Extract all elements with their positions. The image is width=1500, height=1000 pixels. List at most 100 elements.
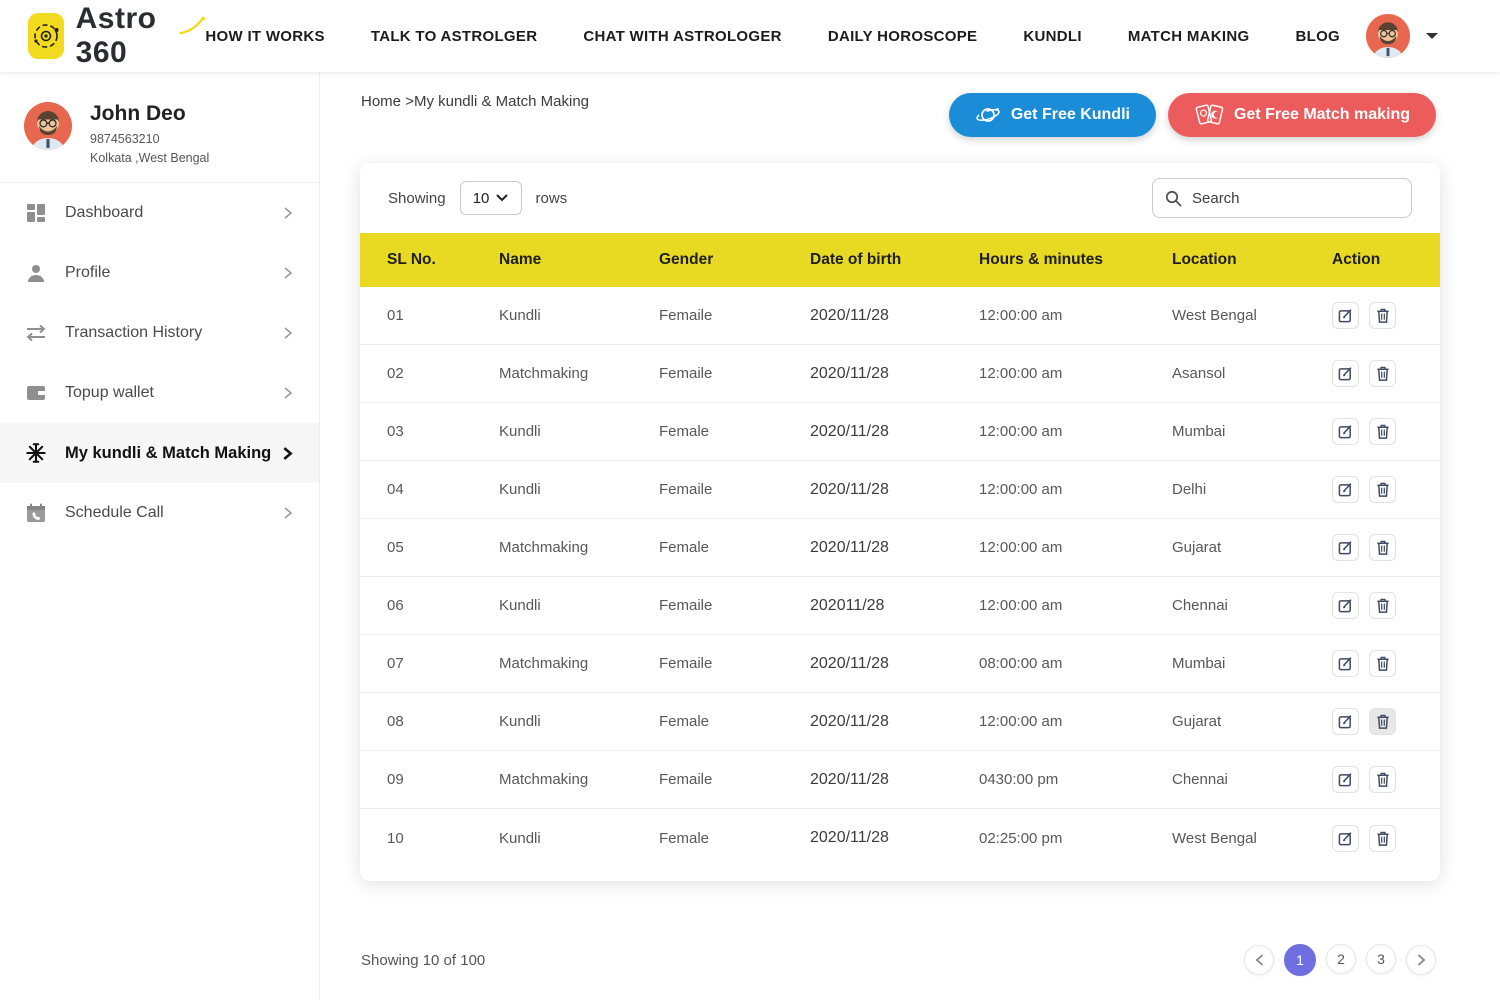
- brand-name: Astro 360: [76, 2, 185, 70]
- trash-icon: [1376, 772, 1390, 787]
- chevron-down-icon[interactable]: [1424, 31, 1440, 41]
- column-header-action: Action: [1332, 251, 1413, 269]
- delete-button[interactable]: [1369, 592, 1396, 619]
- nav-item[interactable]: KUNDLI: [1023, 28, 1081, 45]
- rows-per-page-value: 10: [473, 190, 490, 207]
- sidebar-item-transaction-history[interactable]: Transaction History: [0, 303, 319, 363]
- chevron-right-icon: [1417, 954, 1426, 966]
- delete-button[interactable]: [1369, 650, 1396, 677]
- sidebar-item-schedule-call[interactable]: Schedule Call: [0, 483, 319, 543]
- transaction-history-icon: [24, 321, 48, 345]
- cell-hours-minutes: 08:00:00 am: [979, 655, 1172, 672]
- delete-button[interactable]: [1369, 534, 1396, 561]
- edit-button[interactable]: [1332, 534, 1359, 561]
- sidebar-item-profile[interactable]: Profile: [0, 243, 319, 303]
- column-header-hours-minutes: Hours & minutes: [979, 251, 1172, 269]
- cell-action: [1332, 534, 1413, 561]
- edit-button[interactable]: [1332, 708, 1359, 735]
- user-avatar[interactable]: [1366, 14, 1410, 58]
- trash-icon: [1376, 424, 1390, 439]
- table-header-row: SL No. Name Gender Date of birth Hours &…: [360, 233, 1440, 287]
- get-free-match-making-button[interactable]: Get Free Match making: [1168, 93, 1436, 137]
- search-input[interactable]: [1192, 190, 1399, 207]
- cell-action: [1332, 302, 1413, 329]
- get-free-kundli-button[interactable]: Get Free Kundli: [949, 93, 1156, 137]
- column-header-gender: Gender: [659, 251, 810, 269]
- trash-icon: [1376, 714, 1390, 729]
- cell-location: Mumbai: [1172, 655, 1332, 672]
- cell-date-of-birth: 2020/11/28: [810, 771, 979, 789]
- edit-button[interactable]: [1332, 766, 1359, 793]
- cell-name: Matchmaking: [499, 539, 659, 556]
- cell-action: [1332, 592, 1413, 619]
- table-body: 01 Kundli Femaile 2020/11/28 12:00:00 am…: [360, 287, 1440, 867]
- pagination: Showing 10 of 100 1 2 3: [361, 940, 1436, 980]
- next-page-button[interactable]: [1406, 945, 1436, 975]
- account-menu[interactable]: [1366, 14, 1440, 58]
- nav-item[interactable]: MATCH MAKING: [1128, 28, 1250, 45]
- sidebar-item-label: Topup wallet: [65, 384, 154, 402]
- nav-item[interactable]: TALK TO ASTROLGER: [371, 28, 537, 45]
- cell-date-of-birth: 2020/11/28: [810, 829, 979, 847]
- page-number-button[interactable]: 1: [1284, 944, 1316, 976]
- table-row: 01 Kundli Femaile 2020/11/28 12:00:00 am…: [360, 287, 1440, 345]
- cell-name: Kundli: [499, 830, 659, 847]
- edit-button[interactable]: [1332, 418, 1359, 445]
- sidebar-item-my-kundli-match-making[interactable]: My kundli & Match Making: [0, 423, 319, 483]
- nav-item[interactable]: HOW IT WORKS: [205, 28, 324, 45]
- delete-button[interactable]: [1369, 418, 1396, 445]
- edit-button[interactable]: [1332, 592, 1359, 619]
- nav-item[interactable]: CHAT WITH ASTROLOGER: [583, 28, 781, 45]
- edit-icon: [1338, 424, 1353, 439]
- sidebar-item-dashboard[interactable]: Dashboard: [0, 183, 319, 243]
- chevron-right-icon: [283, 506, 293, 520]
- planet-icon: [975, 104, 1001, 126]
- sidebar-item-topup-wallet[interactable]: Topup wallet: [0, 363, 319, 423]
- cell-sl-no: 09: [387, 771, 499, 788]
- cell-sl-no: 06: [387, 597, 499, 614]
- trash-icon: [1376, 540, 1390, 555]
- edit-button[interactable]: [1332, 476, 1359, 503]
- brand-logo[interactable]: Astro 360: [28, 2, 205, 70]
- sidebar-user-card: John Deo 9874563210 Kolkata ,West Bengal: [0, 72, 319, 182]
- rows-per-page-select[interactable]: 10: [460, 181, 522, 215]
- trash-icon: [1376, 482, 1390, 497]
- previous-page-button[interactable]: [1244, 945, 1274, 975]
- edit-icon: [1338, 598, 1353, 613]
- column-header-name: Name: [499, 251, 659, 269]
- edit-button[interactable]: [1332, 650, 1359, 677]
- page-number-button[interactable]: 2: [1326, 944, 1356, 974]
- cell-name: Matchmaking: [499, 771, 659, 788]
- cell-hours-minutes: 02:25:00 pm: [979, 830, 1172, 847]
- cell-hours-minutes: 12:00:00 am: [979, 365, 1172, 382]
- sidebar-item-label: Transaction History: [65, 324, 202, 342]
- delete-button[interactable]: [1369, 825, 1396, 852]
- cell-action: [1332, 708, 1413, 735]
- delete-button[interactable]: [1369, 302, 1396, 329]
- nav-item[interactable]: DAILY HOROSCOPE: [828, 28, 978, 45]
- cell-action: [1332, 360, 1413, 387]
- showing-label: Showing: [388, 190, 446, 207]
- edit-button[interactable]: [1332, 360, 1359, 387]
- cell-location: Chennai: [1172, 597, 1332, 614]
- delete-button[interactable]: [1369, 476, 1396, 503]
- trash-icon: [1376, 308, 1390, 323]
- chevron-left-icon: [1255, 954, 1264, 966]
- cell-name: Matchmaking: [499, 365, 659, 382]
- delete-button[interactable]: [1369, 766, 1396, 793]
- cell-hours-minutes: 0430:00 pm: [979, 771, 1172, 788]
- delete-button[interactable]: [1369, 360, 1396, 387]
- cell-hours-minutes: 12:00:00 am: [979, 307, 1172, 324]
- nav-item[interactable]: BLOG: [1295, 28, 1340, 45]
- sidebar-user-avatar: [24, 102, 72, 150]
- page-number-button[interactable]: 3: [1366, 944, 1396, 974]
- cell-name: Kundli: [499, 481, 659, 498]
- breadcrumb-home[interactable]: Home: [361, 93, 401, 110]
- delete-button[interactable]: [1369, 708, 1396, 735]
- cell-location: West Bengal: [1172, 307, 1332, 324]
- edit-button[interactable]: [1332, 825, 1359, 852]
- edit-button[interactable]: [1332, 302, 1359, 329]
- table-row: 10 Kundli Female 2020/11/28 02:25:00 pm …: [360, 809, 1440, 867]
- search-box: [1152, 178, 1412, 218]
- profile-icon: [24, 261, 48, 285]
